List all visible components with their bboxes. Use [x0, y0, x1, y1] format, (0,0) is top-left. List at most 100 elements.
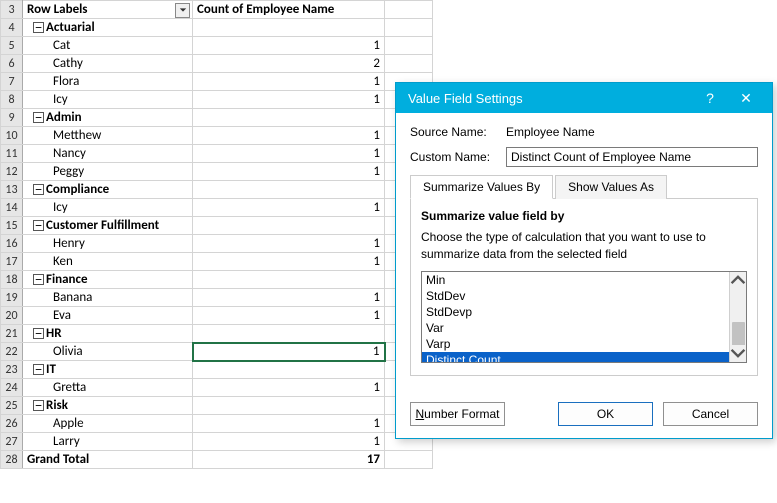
group-cell[interactable]: −Actuarial [23, 19, 193, 37]
value-cell[interactable] [193, 181, 385, 199]
item-cell[interactable]: Peggy [23, 163, 193, 181]
value-cell[interactable]: 1 [193, 163, 385, 181]
item-cell[interactable]: Henry [23, 235, 193, 253]
value-cell[interactable]: 1 [193, 37, 385, 55]
value-cell[interactable]: 1 [193, 343, 385, 361]
group-cell[interactable]: −Admin [23, 109, 193, 127]
value-cell[interactable] [193, 271, 385, 289]
collapse-icon[interactable]: − [33, 220, 44, 231]
row-header[interactable]: 22 [1, 343, 23, 361]
row-header[interactable]: 14 [1, 199, 23, 217]
group-cell[interactable]: −Customer Fulfillment [23, 217, 193, 235]
value-cell[interactable] [193, 217, 385, 235]
empty-cell[interactable] [385, 37, 433, 55]
number-format-button[interactable]: Number Format [410, 402, 505, 426]
collapse-icon[interactable]: − [33, 274, 44, 285]
value-cell[interactable]: 1 [193, 145, 385, 163]
list-item[interactable]: Distinct Count [422, 352, 729, 362]
item-cell[interactable]: Gretta [23, 379, 193, 397]
row-header[interactable]: 6 [1, 55, 23, 73]
empty-cell[interactable] [385, 451, 433, 469]
row-header[interactable]: 18 [1, 271, 23, 289]
group-cell[interactable]: −IT [23, 361, 193, 379]
row-header[interactable]: 28 [1, 451, 23, 469]
item-cell[interactable]: Icy [23, 199, 193, 217]
count-header[interactable]: Count of Employee Name [193, 1, 385, 19]
value-cell[interactable]: 1 [193, 415, 385, 433]
item-cell[interactable]: Flora [23, 73, 193, 91]
group-cell[interactable]: −Compliance [23, 181, 193, 199]
value-cell[interactable]: 1 [193, 73, 385, 91]
item-cell[interactable]: Cat [23, 37, 193, 55]
list-item[interactable]: Varp [422, 336, 729, 352]
value-cell[interactable] [193, 109, 385, 127]
row-header[interactable]: 16 [1, 235, 23, 253]
value-cell[interactable]: 1 [193, 433, 385, 451]
item-cell[interactable]: Ken [23, 253, 193, 271]
row-header[interactable]: 7 [1, 73, 23, 91]
dialog-titlebar[interactable]: Value Field Settings ? ✕ [396, 83, 772, 113]
value-cell[interactable]: 1 [193, 91, 385, 109]
row-header[interactable]: 3 [1, 1, 23, 19]
row-header[interactable]: 17 [1, 253, 23, 271]
value-cell[interactable]: 1 [193, 253, 385, 271]
row-header[interactable]: 20 [1, 307, 23, 325]
scroll-thumb[interactable] [732, 322, 745, 346]
item-cell[interactable]: Icy [23, 91, 193, 109]
item-cell[interactable]: Banana [23, 289, 193, 307]
value-cell[interactable] [193, 361, 385, 379]
row-header[interactable]: 24 [1, 379, 23, 397]
scroll-down-button[interactable] [730, 345, 746, 362]
value-cell[interactable] [193, 397, 385, 415]
row-header[interactable]: 26 [1, 415, 23, 433]
tab-summarize-values-by[interactable]: Summarize Values By [410, 175, 553, 199]
value-cell[interactable]: 1 [193, 307, 385, 325]
item-cell[interactable]: Olivia [23, 343, 193, 361]
item-cell[interactable]: Apple [23, 415, 193, 433]
value-cell[interactable]: 1 [193, 235, 385, 253]
grand-total-value[interactable]: 17 [193, 451, 385, 469]
row-header[interactable]: 21 [1, 325, 23, 343]
row-header[interactable]: 15 [1, 217, 23, 235]
row-header[interactable]: 27 [1, 433, 23, 451]
value-cell[interactable]: 1 [193, 127, 385, 145]
scroll-up-button[interactable] [730, 272, 746, 289]
row-header[interactable]: 23 [1, 361, 23, 379]
collapse-icon[interactable]: − [33, 364, 44, 375]
value-cell[interactable]: 1 [193, 289, 385, 307]
collapse-icon[interactable]: − [33, 400, 44, 411]
collapse-icon[interactable]: − [33, 184, 44, 195]
row-header[interactable]: 19 [1, 289, 23, 307]
collapse-icon[interactable]: − [33, 112, 44, 123]
row-header[interactable]: 25 [1, 397, 23, 415]
calculation-type-listbox[interactable]: MinStdDevStdDevpVarVarpDistinct Count [421, 271, 747, 363]
value-cell[interactable]: 1 [193, 199, 385, 217]
list-item[interactable]: Var [422, 320, 729, 336]
row-header[interactable]: 8 [1, 91, 23, 109]
grand-total-label[interactable]: Grand Total [23, 451, 193, 469]
filter-dropdown-icon[interactable] [175, 3, 190, 18]
row-header[interactable]: 11 [1, 145, 23, 163]
value-cell[interactable]: 2 [193, 55, 385, 73]
tab-show-values-as[interactable]: Show Values As [555, 175, 667, 199]
item-cell[interactable]: Nancy [23, 145, 193, 163]
row-header[interactable]: 10 [1, 127, 23, 145]
row-header[interactable]: 9 [1, 109, 23, 127]
row-header[interactable]: 5 [1, 37, 23, 55]
group-cell[interactable]: −Risk [23, 397, 193, 415]
empty-cell[interactable] [385, 19, 433, 37]
cancel-button[interactable]: Cancel [663, 402, 758, 426]
value-cell[interactable] [193, 19, 385, 37]
item-cell[interactable]: Cathy [23, 55, 193, 73]
custom-name-input[interactable] [506, 147, 758, 167]
value-cell[interactable] [193, 325, 385, 343]
collapse-icon[interactable]: − [33, 328, 44, 339]
empty-cell[interactable] [385, 1, 433, 19]
list-item[interactable]: StdDevp [422, 304, 729, 320]
collapse-icon[interactable]: − [33, 22, 44, 33]
empty-cell[interactable] [385, 55, 433, 73]
row-header[interactable]: 4 [1, 19, 23, 37]
item-cell[interactable]: Eva [23, 307, 193, 325]
row-header[interactable]: 13 [1, 181, 23, 199]
list-item[interactable]: Min [422, 272, 729, 288]
